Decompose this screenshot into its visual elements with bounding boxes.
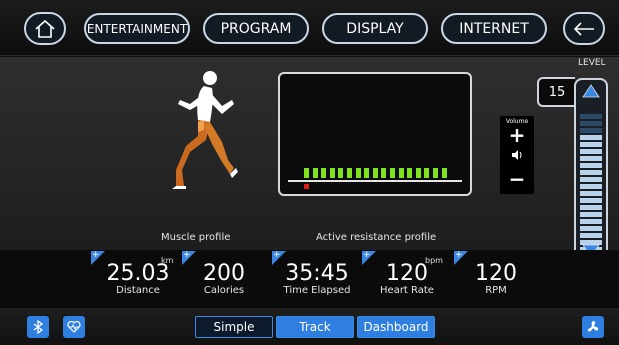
distance-expand-corner[interactable]: + (91, 250, 105, 265)
level-segment (580, 184, 602, 189)
resistance-segment (312, 168, 318, 178)
level-segment (580, 212, 602, 217)
heart-rate-label: Heart Rate (380, 285, 434, 296)
distance-unit: km (161, 256, 174, 265)
level-segment (580, 135, 602, 140)
stat-heart-rate: 120 Heart Rate (372, 263, 442, 297)
heart-monitor-icon (67, 321, 81, 333)
top-nav-bar: ENTERTAINMENT PROGRAM DISPLAY INTERNET (0, 0, 619, 56)
level-segment (580, 114, 602, 119)
resistance-baseline (288, 180, 462, 182)
level-segment (580, 233, 602, 238)
level-segment (580, 156, 602, 161)
resistance-segment (364, 168, 370, 178)
calories-value: 200 (203, 261, 245, 286)
resistance-segment (424, 168, 430, 178)
back-arrow-icon (573, 21, 594, 36)
resistance-segment (398, 168, 404, 178)
stat-distance: 25.03 Distance (104, 263, 172, 297)
level-segment (580, 128, 602, 133)
stat-calories: 200 Calories (194, 263, 254, 297)
resistance-segment (407, 168, 413, 178)
level-segment (580, 205, 602, 210)
heart-monitor-button[interactable] (63, 316, 85, 338)
active-resistance-label: Active resistance profile (316, 232, 437, 243)
bluetooth-icon (33, 320, 44, 334)
level-segment (580, 198, 602, 203)
speaker-icon (512, 150, 522, 160)
fan-button[interactable] (582, 316, 604, 338)
resistance-segment (347, 168, 352, 178)
volume-down-button[interactable]: − (500, 168, 534, 190)
level-segment (580, 163, 602, 168)
distance-label: Distance (116, 285, 160, 296)
level-segment (580, 142, 602, 147)
level-segment (580, 121, 602, 126)
fan-icon (587, 321, 599, 332)
resistance-segment (372, 168, 378, 178)
stat-time-elapsed: 35:45 Time Elapsed (278, 263, 356, 297)
level-segment (580, 226, 602, 231)
stat-rpm: 120 RPM (468, 263, 524, 297)
home-icon (35, 19, 55, 38)
internet-button[interactable]: INTERNET (441, 13, 547, 44)
resistance-segment (381, 168, 387, 178)
tab-simple[interactable]: Simple (195, 316, 273, 338)
distance-value: 25.03 (106, 261, 170, 286)
bottom-bar: Simple Track Dashboard (0, 308, 619, 345)
level-up-icon[interactable] (582, 84, 600, 98)
program-button[interactable]: PROGRAM (203, 13, 309, 44)
resistance-segment (329, 168, 335, 178)
rpm-expand-corner[interactable]: + (454, 250, 468, 265)
tab-dashboard[interactable]: Dashboard (357, 316, 435, 338)
time-value: 35:45 (285, 261, 349, 286)
bluetooth-button[interactable] (27, 316, 49, 338)
tab-track[interactable]: Track (276, 316, 354, 338)
level-segment (580, 177, 602, 182)
level-segment (580, 219, 602, 224)
entertainment-button[interactable]: ENTERTAINMENT (84, 13, 190, 44)
level-segment (580, 170, 602, 175)
runner-muscle-figure (172, 71, 238, 189)
resistance-segment (338, 168, 344, 178)
rpm-label: RPM (485, 285, 507, 296)
volume-control: Volume + − (500, 116, 534, 194)
resistance-profile-box (278, 72, 472, 196)
resistance-segment (321, 168, 327, 178)
resistance-segment (415, 168, 421, 178)
calories-label: Calories (203, 285, 245, 296)
level-label: LEVEL (578, 58, 606, 68)
time-label: Time Elapsed (283, 285, 351, 296)
level-segment (580, 191, 602, 196)
level-segment (580, 149, 602, 154)
position-marker (304, 184, 309, 189)
muscle-profile-label: Muscle profile (161, 232, 231, 243)
home-button[interactable] (24, 12, 66, 45)
level-slider[interactable] (574, 78, 608, 264)
resistance-segment (304, 168, 309, 178)
resistance-segment (433, 168, 438, 178)
level-value: 15 (537, 77, 575, 107)
heart-rate-value: 120 (386, 261, 428, 286)
resistance-segment (441, 168, 447, 178)
volume-up-button[interactable]: + (500, 124, 534, 146)
heart-rate-unit: bpm (425, 256, 443, 265)
rpm-value: 120 (475, 261, 517, 286)
resistance-segment (355, 168, 361, 178)
display-button[interactable]: DISPLAY (322, 13, 428, 44)
resistance-segment (390, 168, 395, 178)
back-button[interactable] (563, 12, 605, 45)
